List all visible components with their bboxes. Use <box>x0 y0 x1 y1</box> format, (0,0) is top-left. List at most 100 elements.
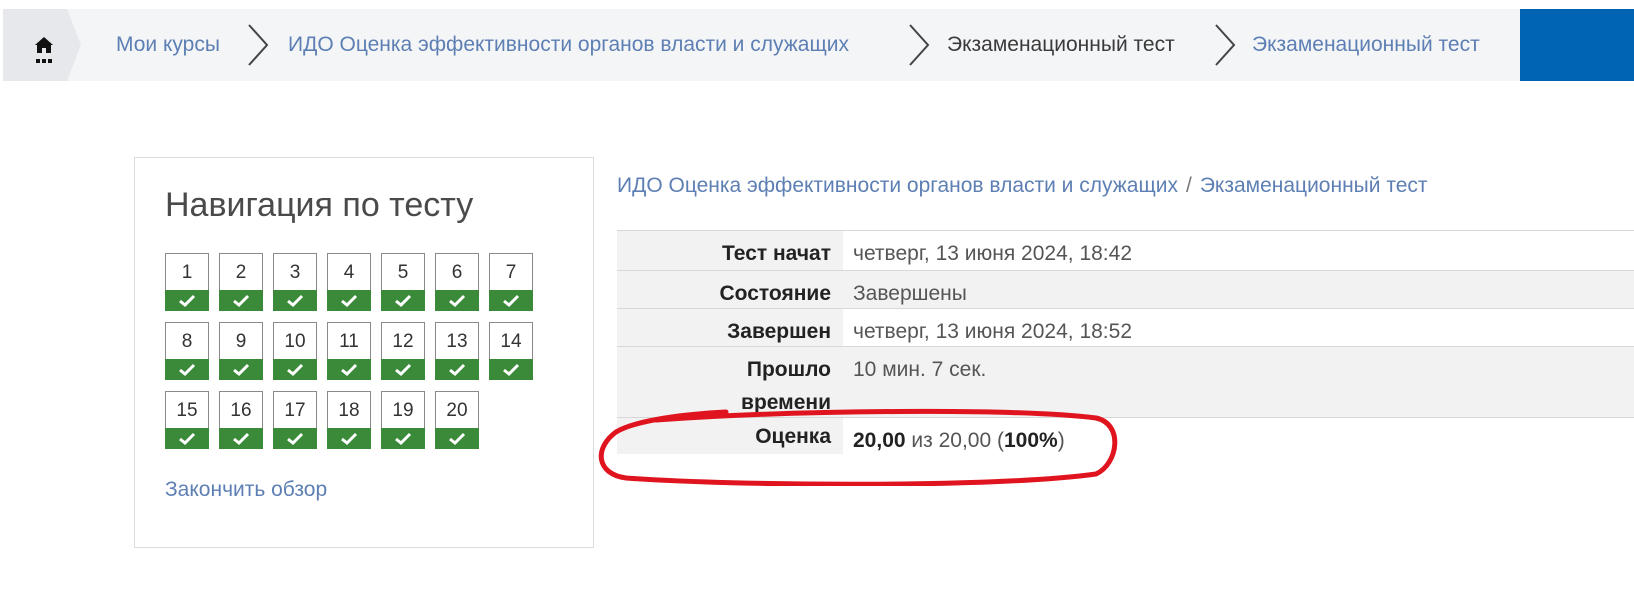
question-button[interactable]: 19 <box>381 391 425 449</box>
summary-breadcrumb: ИДО Оценка эффективности органов власти … <box>617 174 1428 198</box>
question-button[interactable]: 13 <box>435 322 479 380</box>
question-number: 7 <box>505 262 517 283</box>
summary-label: Тест начат <box>722 242 831 265</box>
check-icon <box>341 294 358 308</box>
question-button[interactable]: 5 <box>381 253 425 311</box>
question-button[interactable]: 7 <box>489 253 533 311</box>
check-icon <box>503 294 520 308</box>
check-icon <box>449 363 466 377</box>
question-state-correct <box>435 359 479 380</box>
question-state-correct <box>219 428 263 449</box>
summary-value: Завершены <box>853 282 967 305</box>
summary-row-started: Тест начат четверг, 13 июня 2024, 18:42 <box>617 230 1634 270</box>
question-number: 8 <box>181 331 193 352</box>
question-button[interactable]: 16 <box>219 391 263 449</box>
question-state-correct <box>381 290 425 311</box>
quiz-navigation-panel: Навигация по тесту 1 2 3 4 5 6 7 8 9 10 11 12 13 14 15… <box>134 157 594 548</box>
question-state-correct <box>219 359 263 380</box>
question-number: 9 <box>235 331 247 352</box>
question-state-correct <box>273 290 317 311</box>
breadcrumb-item-course[interactable]: ИДО Оценка эффективности органов власти … <box>288 9 849 81</box>
question-button[interactable]: 12 <box>381 322 425 380</box>
header-action-block[interactable] <box>1520 9 1634 81</box>
question-number: 6 <box>451 262 463 283</box>
check-icon <box>233 363 250 377</box>
check-icon <box>395 432 412 446</box>
question-button[interactable]: 11 <box>327 322 371 380</box>
question-state-correct <box>219 290 263 311</box>
summary-label: Завершен <box>727 320 831 343</box>
question-button[interactable]: 2 <box>219 253 263 311</box>
summary-quiz-link[interactable]: Экзаменационный тест <box>1200 174 1428 197</box>
summary-row-completed: Завершен четверг, 13 июня 2024, 18:52 <box>617 308 1634 346</box>
question-button[interactable]: 14 <box>489 322 533 380</box>
chevron-right-icon <box>248 24 269 66</box>
question-state-correct <box>327 290 371 311</box>
question-button[interactable]: 17 <box>273 391 317 449</box>
question-number: 20 <box>446 400 468 421</box>
summary-course-link[interactable]: ИДО Оценка эффективности органов власти … <box>617 174 1178 197</box>
question-number: 12 <box>392 331 414 352</box>
question-state-correct <box>273 428 317 449</box>
question-number: 3 <box>289 262 301 283</box>
question-number: 15 <box>176 400 198 421</box>
summary-value: 10 мин. 7 сек. <box>853 358 987 381</box>
home-crumb[interactable] <box>3 9 81 81</box>
question-number: 13 <box>446 331 468 352</box>
question-button[interactable]: 4 <box>327 253 371 311</box>
chevron-right-icon <box>909 24 930 66</box>
question-state-correct <box>381 428 425 449</box>
question-state-correct <box>489 359 533 380</box>
question-number: 11 <box>339 331 359 352</box>
question-state-correct <box>327 359 371 380</box>
question-button[interactable]: 9 <box>219 322 263 380</box>
check-icon <box>395 363 412 377</box>
summary-value: четверг, 13 июня 2024, 18:52 <box>853 320 1132 343</box>
summary-row-state: Состояние Завершены <box>617 270 1634 308</box>
check-icon <box>179 294 196 308</box>
check-icon <box>395 294 412 308</box>
question-state-correct <box>435 428 479 449</box>
check-icon <box>449 294 466 308</box>
check-icon <box>341 363 358 377</box>
question-number: 16 <box>230 400 252 421</box>
home-icon <box>35 37 53 63</box>
question-button[interactable]: 1 <box>165 253 209 311</box>
check-icon <box>287 432 304 446</box>
check-icon <box>449 432 466 446</box>
question-number: 1 <box>181 262 193 283</box>
question-state-correct <box>327 428 371 449</box>
question-state-correct <box>165 359 209 380</box>
check-icon <box>233 294 250 308</box>
summary-value: четверг, 13 июня 2024, 18:42 <box>853 242 1132 265</box>
check-icon <box>341 432 358 446</box>
question-state-correct <box>273 359 317 380</box>
check-icon <box>179 363 196 377</box>
question-button[interactable]: 3 <box>273 253 317 311</box>
question-state-correct <box>435 290 479 311</box>
question-button[interactable]: 10 <box>273 322 317 380</box>
check-icon <box>503 363 520 377</box>
question-number: 14 <box>500 331 522 352</box>
question-button[interactable]: 18 <box>327 391 371 449</box>
finish-review-link[interactable]: Закончить обзор <box>165 478 327 502</box>
question-state-correct <box>165 290 209 311</box>
question-button[interactable]: 20 <box>435 391 479 449</box>
question-state-correct <box>489 290 533 311</box>
question-number: 5 <box>397 262 409 283</box>
summary-separator: / <box>1185 174 1192 197</box>
question-state-correct <box>165 428 209 449</box>
check-icon <box>287 363 304 377</box>
question-button[interactable]: 6 <box>435 253 479 311</box>
quiz-navigation-title: Навигация по тесту <box>165 186 474 224</box>
breadcrumb-item-quiz[interactable]: Экзаменационный тест <box>1252 9 1480 81</box>
question-number: 18 <box>338 400 360 421</box>
question-state-correct <box>381 359 425 380</box>
highlight-ellipse <box>598 408 1118 486</box>
check-icon <box>179 432 196 446</box>
question-button[interactable]: 8 <box>165 322 209 380</box>
chevron-right-icon <box>1215 24 1236 66</box>
question-button[interactable]: 15 <box>165 391 209 449</box>
breadcrumb-item-my-courses[interactable]: Мои курсы <box>116 9 220 81</box>
question-number: 4 <box>343 262 355 283</box>
